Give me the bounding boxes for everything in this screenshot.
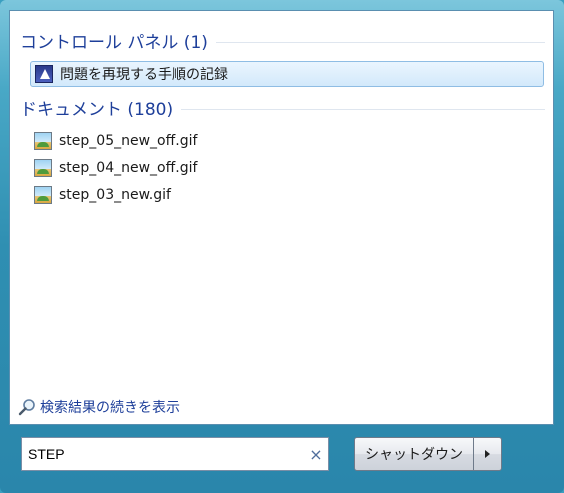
result-label: step_04_new_off.gif xyxy=(59,160,198,176)
shutdown-options-button[interactable] xyxy=(474,437,502,471)
triangle-right-icon xyxy=(485,450,490,458)
image-file-icon xyxy=(34,159,52,177)
magnifier-icon xyxy=(18,399,35,416)
shutdown-button[interactable]: シャットダウン xyxy=(354,437,474,471)
image-file-icon xyxy=(34,132,52,150)
search-input[interactable] xyxy=(22,439,304,469)
see-more-results-link[interactable]: 検索結果の続きを表示 xyxy=(18,397,180,417)
see-more-label: 検索結果の続きを表示 xyxy=(40,400,180,416)
result-item-document[interactable]: step_03_new.gif xyxy=(30,182,544,208)
image-file-icon xyxy=(34,186,52,204)
group-header-documents: ドキュメント (180) xyxy=(20,95,545,120)
start-menu-frame: コントロール パネル (1) 問題を再現する手順の記録 ドキュメント (180)… xyxy=(0,0,564,493)
search-box[interactable]: × xyxy=(21,437,329,471)
group-header-control-panel: コントロール パネル (1) xyxy=(20,28,545,53)
result-item-document[interactable]: step_04_new_off.gif xyxy=(30,155,544,181)
result-label: step_05_new_off.gif xyxy=(59,133,198,149)
result-label: step_03_new.gif xyxy=(59,187,171,203)
result-item-document[interactable]: step_05_new_off.gif xyxy=(30,128,544,154)
result-label: 問題を再現する手順の記録 xyxy=(60,67,228,83)
search-results-panel: コントロール パネル (1) 問題を再現する手順の記録 ドキュメント (180)… xyxy=(9,10,554,425)
steps-recorder-icon xyxy=(35,65,53,83)
group-title[interactable]: コントロール パネル (1) xyxy=(20,28,216,53)
group-divider xyxy=(181,108,545,110)
group-title[interactable]: ドキュメント (180) xyxy=(20,95,181,120)
shutdown-button-group: シャットダウン xyxy=(354,437,502,471)
group-divider xyxy=(215,41,545,43)
result-item-steps-recorder[interactable]: 問題を再現する手順の記録 xyxy=(30,61,544,87)
clear-search-icon[interactable]: × xyxy=(304,445,328,464)
